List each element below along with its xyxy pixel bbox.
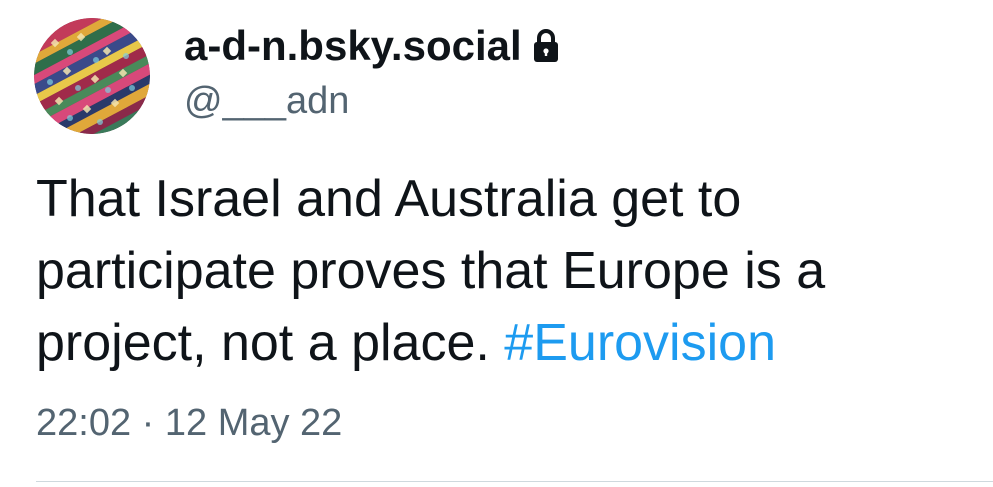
tweet-metadata: 22:02 · 12 May 22 [36, 398, 342, 448]
user-handle[interactable]: @___adn [184, 78, 349, 124]
avatar-image [34, 18, 150, 134]
meta-separator: · [141, 402, 155, 444]
tweet-time[interactable]: 22:02 [36, 402, 131, 444]
tweet-date[interactable]: 12 May 22 [165, 402, 342, 444]
display-name[interactable]: a-d-n.bsky.social [184, 18, 522, 74]
divider [36, 481, 993, 482]
tweet-text: That Israel and Australia get to partici… [36, 163, 966, 379]
tweet[interactable]: a-d-n.bsky.social @___adn That Israel an… [0, 0, 993, 487]
lock-icon [532, 28, 560, 64]
hashtag-link[interactable]: #Eurovision [504, 314, 776, 372]
avatar[interactable] [34, 18, 150, 134]
name-row: a-d-n.bsky.social [184, 18, 560, 74]
